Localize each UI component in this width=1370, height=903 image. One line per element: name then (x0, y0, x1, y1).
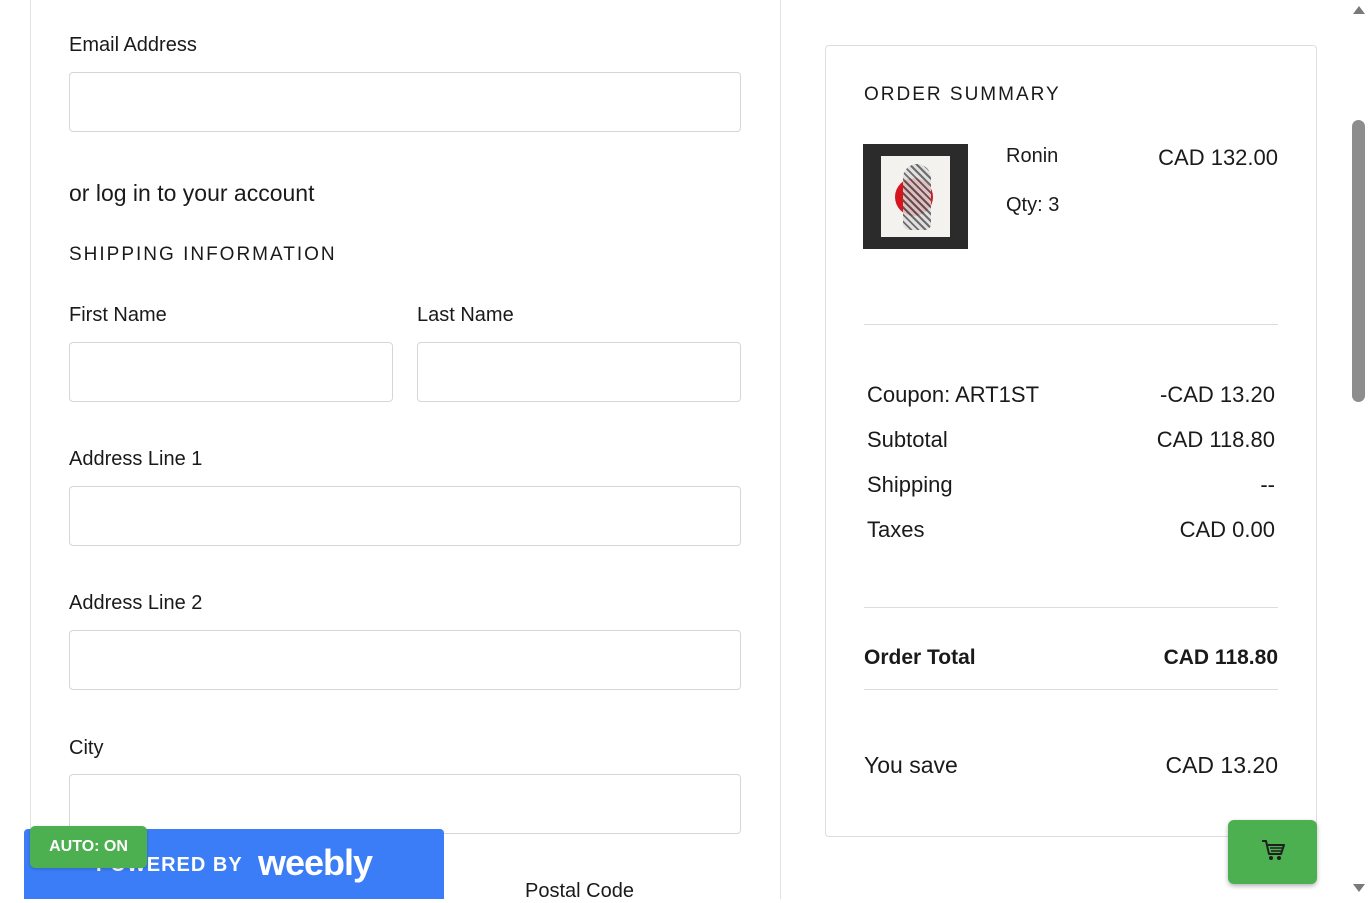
postal-code-label: Postal Code (525, 880, 634, 902)
order-total-value: CAD 118.80 (1163, 646, 1278, 669)
first-name-field[interactable] (69, 342, 393, 402)
shipping-label: Shipping (867, 472, 953, 497)
divider (864, 607, 1278, 608)
scrollbar-thumb[interactable] (1352, 120, 1365, 402)
address2-field[interactable] (69, 630, 741, 690)
artwork-paper (881, 156, 950, 237)
product-price: CAD 132.00 (1158, 145, 1278, 170)
weebly-logo: weebly (258, 842, 373, 883)
checkout-form: Email Address or log in to your account … (30, 0, 781, 899)
coupon-value: -CAD 13.20 (1160, 382, 1275, 407)
you-save-label: You save (864, 752, 958, 778)
shipping-value: -- (1260, 472, 1275, 497)
scroll-down-arrow-icon[interactable] (1353, 884, 1365, 892)
auto-on-badge[interactable]: AUTO: ON (30, 826, 147, 868)
address2-label: Address Line 2 (69, 592, 203, 614)
city-label: City (69, 737, 104, 759)
product-name[interactable]: Ronin (1006, 145, 1058, 168)
last-name-field[interactable] (417, 342, 741, 402)
divider (864, 689, 1278, 690)
email-label: Email Address (69, 34, 197, 56)
taxes-value: CAD 0.00 (1179, 517, 1275, 542)
address1-label: Address Line 1 (69, 448, 203, 470)
cart-icon (1260, 838, 1286, 867)
login-link[interactable]: or log in to your account (69, 180, 314, 207)
order-summary-title: ORDER SUMMARY (864, 84, 1061, 105)
cart-button[interactable] (1228, 820, 1317, 884)
divider (864, 324, 1278, 325)
product-quantity: Qty: 3 (1006, 194, 1060, 216)
city-field[interactable] (69, 774, 741, 834)
coupon-label: Coupon: ART1ST (867, 382, 1040, 407)
address1-field[interactable] (69, 486, 741, 546)
order-summary: ORDER SUMMARY Ronin Qty: 3 CAD 132.00 Co… (825, 45, 1317, 837)
product-thumbnail[interactable] (863, 144, 968, 249)
last-name-label: Last Name (417, 304, 514, 326)
subtotal-label: Subtotal (867, 427, 948, 452)
vertical-scrollbar[interactable] (1348, 0, 1370, 899)
samurai-figure-shape (903, 164, 931, 230)
subtotal-value: CAD 118.80 (1156, 427, 1275, 452)
you-save-value: CAD 13.20 (1165, 752, 1278, 778)
shipping-heading: SHIPPING INFORMATION (69, 244, 337, 265)
order-total-label: Order Total (864, 646, 976, 669)
email-field[interactable] (69, 72, 741, 132)
first-name-label: First Name (69, 304, 167, 326)
taxes-label: Taxes (867, 517, 925, 542)
scroll-up-arrow-icon[interactable] (1353, 6, 1365, 14)
